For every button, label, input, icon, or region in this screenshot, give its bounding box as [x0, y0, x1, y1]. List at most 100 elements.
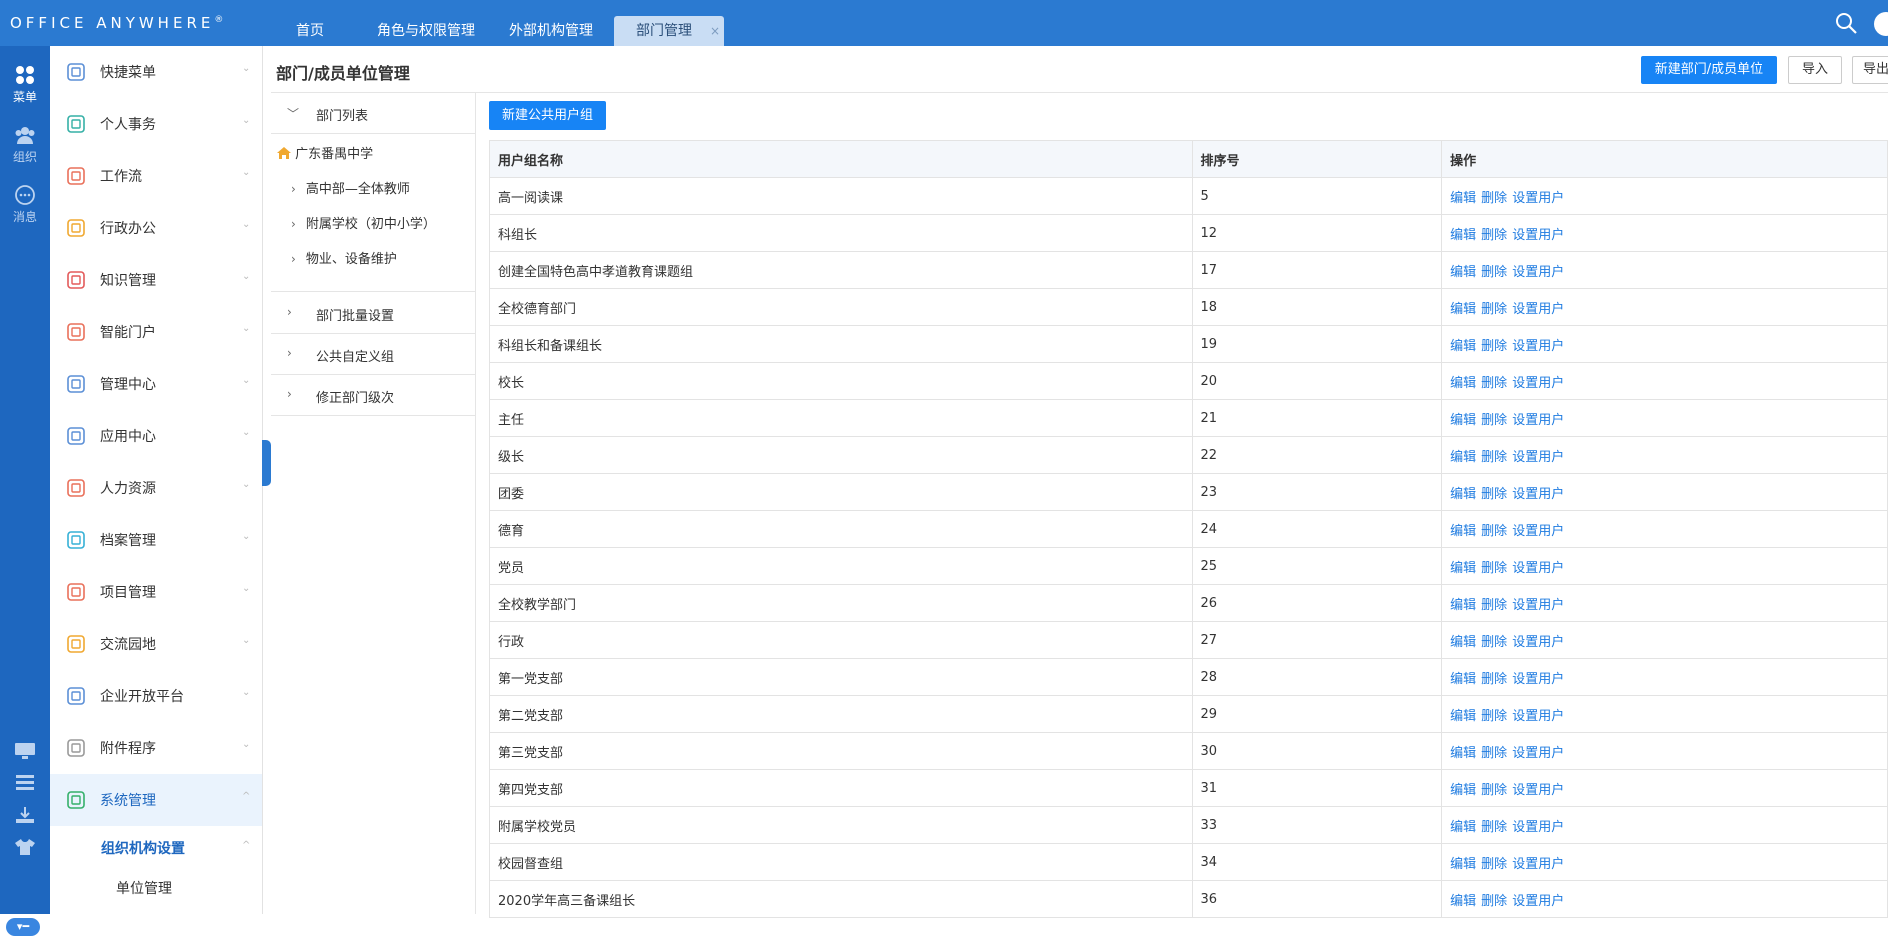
edit-link[interactable]: 编辑 — [1450, 413, 1476, 428]
set-users-link[interactable]: 设置用户 — [1512, 450, 1564, 465]
edit-link[interactable]: 编辑 — [1450, 894, 1476, 909]
tab-close-icon[interactable]: × — [710, 24, 720, 38]
import-button[interactable]: 导入 — [1788, 56, 1842, 84]
delete-link[interactable]: 删除 — [1481, 339, 1507, 354]
set-users-link[interactable]: 设置用户 — [1512, 191, 1564, 206]
set-users-link[interactable]: 设置用户 — [1512, 820, 1564, 835]
list-icon[interactable] — [13, 774, 37, 792]
set-users-link[interactable]: 设置用户 — [1512, 561, 1564, 576]
edit-link[interactable]: 编辑 — [1450, 672, 1476, 687]
submenu-org-settings[interactable]: 组织机构设置 — [101, 838, 185, 858]
delete-link[interactable]: 删除 — [1481, 672, 1507, 687]
tree-section-batch-settings[interactable]: › 部门批量设置 — [271, 293, 475, 334]
menu-item-12[interactable]: 企业开放平台 ⌄ — [50, 670, 262, 722]
submenu-unit-management[interactable]: 单位管理 — [116, 878, 172, 898]
delete-link[interactable]: 删除 — [1481, 228, 1507, 243]
menu-item-6[interactable]: 管理中心 ⌄ — [50, 358, 262, 410]
edit-link[interactable]: 编辑 — [1450, 191, 1476, 206]
new-department-button[interactable]: 新建部门/成员单位 — [1641, 56, 1777, 84]
menu-item-10[interactable]: 项目管理 ⌄ — [50, 566, 262, 618]
set-users-link[interactable]: 设置用户 — [1512, 524, 1564, 539]
tree-section-list[interactable]: ﹀ 部门列表 — [271, 93, 475, 134]
edit-link[interactable]: 编辑 — [1450, 228, 1476, 243]
user-avatar[interactable] — [1874, 12, 1888, 36]
delete-link[interactable]: 删除 — [1481, 598, 1507, 613]
delete-link[interactable]: 删除 — [1481, 783, 1507, 798]
edit-link[interactable]: 编辑 — [1450, 376, 1476, 391]
delete-link[interactable]: 删除 — [1481, 487, 1507, 502]
tree-section-fix-levels[interactable]: › 修正部门级次 — [271, 375, 475, 416]
tree-root-node[interactable]: 广东番禺中学 — [277, 143, 373, 162]
set-users-link[interactable]: 设置用户 — [1512, 746, 1564, 761]
column-header-name[interactable]: 用户组名称 — [489, 140, 1193, 178]
menu-item-2[interactable]: 工作流 ⌄ — [50, 150, 262, 202]
menu-item-14[interactable]: 系统管理 ^ — [50, 774, 262, 826]
set-users-link[interactable]: 设置用户 — [1512, 413, 1564, 428]
set-users-link[interactable]: 设置用户 — [1512, 487, 1564, 502]
set-users-link[interactable]: 设置用户 — [1512, 857, 1564, 872]
menu-item-1[interactable]: 个人事务 ⌄ — [50, 98, 262, 150]
sidebar-collapse-handle[interactable] — [262, 440, 271, 486]
edit-link[interactable]: 编辑 — [1450, 598, 1476, 613]
edit-link[interactable]: 编辑 — [1450, 302, 1476, 317]
tree-section-public-groups[interactable]: › 公共自定义组 — [271, 334, 475, 375]
edit-link[interactable]: 编辑 — [1450, 524, 1476, 539]
monitor-icon[interactable] — [13, 742, 37, 760]
tab-home[interactable]: 首页 — [282, 16, 338, 46]
edit-link[interactable]: 编辑 — [1450, 857, 1476, 872]
delete-link[interactable]: 删除 — [1481, 450, 1507, 465]
set-users-link[interactable]: 设置用户 — [1512, 783, 1564, 798]
edit-link[interactable]: 编辑 — [1450, 820, 1476, 835]
delete-link[interactable]: 删除 — [1481, 413, 1507, 428]
rail-item-menu[interactable]: 菜单 — [0, 64, 50, 105]
menu-item-3[interactable]: 行政办公 ⌄ — [50, 202, 262, 254]
menu-item-7[interactable]: 应用中心 ⌄ — [50, 410, 262, 462]
set-users-link[interactable]: 设置用户 — [1512, 228, 1564, 243]
delete-link[interactable]: 删除 — [1481, 709, 1507, 724]
set-users-link[interactable]: 设置用户 — [1512, 265, 1564, 280]
delete-link[interactable]: 删除 — [1481, 191, 1507, 206]
export-button[interactable]: 导出 — [1852, 56, 1888, 84]
edit-link[interactable]: 编辑 — [1450, 746, 1476, 761]
menu-item-9[interactable]: 档案管理 ⌄ — [50, 514, 262, 566]
tree-node-property-maintenance[interactable]: › 物业、设备维护 — [291, 248, 397, 267]
set-users-link[interactable]: 设置用户 — [1512, 339, 1564, 354]
menu-item-13[interactable]: 附件程序 ⌄ — [50, 722, 262, 774]
column-header-order[interactable]: 排序号 — [1191, 140, 1443, 178]
delete-link[interactable]: 删除 — [1481, 376, 1507, 391]
set-users-link[interactable]: 设置用户 — [1512, 672, 1564, 687]
edit-link[interactable]: 编辑 — [1450, 783, 1476, 798]
edit-link[interactable]: 编辑 — [1450, 339, 1476, 354]
delete-link[interactable]: 删除 — [1481, 820, 1507, 835]
set-users-link[interactable]: 设置用户 — [1512, 302, 1564, 317]
set-users-link[interactable]: 设置用户 — [1512, 376, 1564, 391]
delete-link[interactable]: 删除 — [1481, 894, 1507, 909]
delete-link[interactable]: 删除 — [1481, 265, 1507, 280]
tab-external-orgs[interactable]: 外部机构管理 — [502, 16, 600, 46]
download-icon[interactable] — [13, 806, 37, 824]
shirt-icon[interactable] — [13, 838, 37, 856]
tree-node-high-school[interactable]: › 高中部—全体教师 — [291, 178, 410, 197]
menu-item-5[interactable]: 智能门户 ⌄ — [50, 306, 262, 358]
rail-toggle-button[interactable]: ▾━ — [6, 918, 40, 936]
menu-item-8[interactable]: 人力资源 ⌄ — [50, 462, 262, 514]
delete-link[interactable]: 删除 — [1481, 857, 1507, 872]
menu-item-4[interactable]: 知识管理 ⌄ — [50, 254, 262, 306]
edit-link[interactable]: 编辑 — [1450, 561, 1476, 576]
delete-link[interactable]: 删除 — [1481, 561, 1507, 576]
edit-link[interactable]: 编辑 — [1450, 265, 1476, 280]
set-users-link[interactable]: 设置用户 — [1512, 894, 1564, 909]
delete-link[interactable]: 删除 — [1481, 524, 1507, 539]
search-icon[interactable] — [1834, 11, 1858, 35]
set-users-link[interactable]: 设置用户 — [1512, 598, 1564, 613]
menu-item-0[interactable]: 快捷菜单 ⌄ — [50, 46, 262, 98]
set-users-link[interactable]: 设置用户 — [1512, 635, 1564, 650]
delete-link[interactable]: 删除 — [1481, 746, 1507, 761]
new-public-group-button[interactable]: 新建公共用户组 — [489, 101, 606, 130]
menu-item-11[interactable]: 交流园地 ⌄ — [50, 618, 262, 670]
edit-link[interactable]: 编辑 — [1450, 487, 1476, 502]
edit-link[interactable]: 编辑 — [1450, 709, 1476, 724]
tab-department-management[interactable]: 部门管理 × — [614, 16, 724, 46]
delete-link[interactable]: 删除 — [1481, 302, 1507, 317]
tab-roles-permissions[interactable]: 角色与权限管理 — [370, 16, 482, 46]
